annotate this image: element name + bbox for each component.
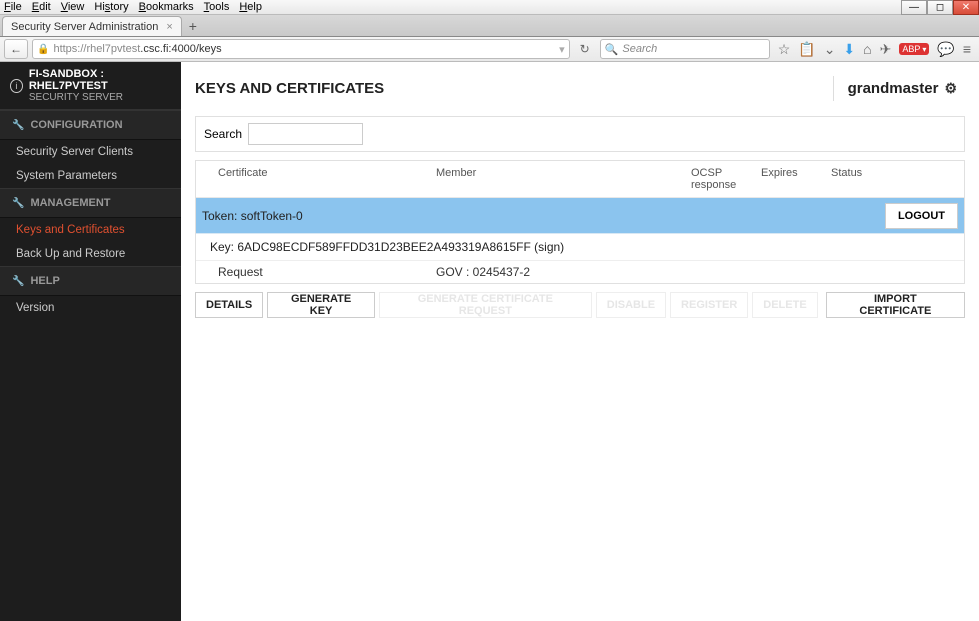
search-label: Search xyxy=(204,127,242,141)
info-icon: i xyxy=(10,79,23,93)
bookmark-star-icon[interactable]: ☆ xyxy=(778,41,791,58)
section-label: HELP xyxy=(30,275,59,287)
close-window-button[interactable]: ✕ xyxy=(953,0,979,15)
url-input[interactable]: 🔒 https://rhel7pvtest.csc.fi:4000/keys ▾ xyxy=(32,39,570,59)
main-header: KEYS AND CERTIFICATES grandmaster ⚙ xyxy=(195,76,965,102)
wrench-icon: 🔧 xyxy=(12,276,24,287)
minimize-button[interactable]: — xyxy=(901,0,927,15)
request-row[interactable]: Request GOV : 0245437-2 xyxy=(196,261,964,283)
user-menu[interactable]: grandmaster ⚙ xyxy=(833,76,965,101)
server-info[interactable]: i FI-SANDBOX : RHEL7PVTEST SECURITY SERV… xyxy=(0,62,181,110)
main-content: KEYS AND CERTIFICATES grandmaster ⚙ Sear… xyxy=(181,62,979,621)
tab-title: Security Server Administration xyxy=(11,21,158,33)
window-controls: — ◻ ✕ xyxy=(901,0,979,15)
grid-header: Certificate Member OCSP response Expires… xyxy=(196,161,964,198)
cert-grid: Certificate Member OCSP response Expires… xyxy=(195,160,965,284)
register-button: REGISTER xyxy=(670,292,748,318)
request-label: Request xyxy=(196,265,436,279)
server-name: FI-SANDBOX : RHEL7PVTEST xyxy=(29,68,171,92)
browser-toolbar-icons: ☆ 📋 ⌄ ⬇ ⌂ ✈ ABP 💬 ≡ xyxy=(774,41,975,58)
col-status[interactable]: Status xyxy=(831,167,964,191)
hamburger-icon[interactable]: ≡ xyxy=(963,41,971,57)
nav-back-button[interactable]: ← xyxy=(4,39,28,59)
os-menubar: File Edit View History Bookmarks Tools H… xyxy=(0,0,979,15)
chat-icon[interactable]: 💬 xyxy=(937,41,954,58)
section-management: 🔧 MANAGEMENT xyxy=(0,188,181,218)
lock-icon: 🔒 xyxy=(37,44,49,55)
maximize-button[interactable]: ◻ xyxy=(927,0,953,15)
menu-file[interactable]: File xyxy=(4,1,22,13)
generate-csr-button: GENERATE CERTIFICATE REQUEST xyxy=(379,292,592,318)
wrench-icon: 🔧 xyxy=(12,198,24,209)
gear-icon: ⚙ xyxy=(944,80,957,97)
col-certificate[interactable]: Certificate xyxy=(196,167,436,191)
token-row[interactable]: Token: softToken-0 LOGOUT xyxy=(196,198,964,234)
menu-bookmarks[interactable]: Bookmarks xyxy=(139,1,194,13)
username: grandmaster xyxy=(848,80,939,97)
menu-history[interactable]: History xyxy=(94,1,128,13)
home-icon[interactable]: ⌂ xyxy=(863,41,871,57)
key-row[interactable]: Key: 6ADC98ECDF589FFDD31D23BEE2A493319A8… xyxy=(196,234,964,261)
section-label: CONFIGURATION xyxy=(30,119,122,131)
action-buttons: DETAILS GENERATE KEY GENERATE CERTIFICAT… xyxy=(195,292,965,318)
search-input[interactable] xyxy=(248,123,363,145)
logout-button[interactable]: LOGOUT xyxy=(885,203,958,229)
menu-view[interactable]: View xyxy=(61,1,85,13)
send-icon[interactable]: ✈ xyxy=(880,41,892,58)
request-member: GOV : 0245437-2 xyxy=(436,265,691,279)
sidebar-item-version[interactable]: Version xyxy=(0,296,181,320)
browser-tabbar: Security Server Administration × + xyxy=(0,15,979,37)
wrench-icon: 🔧 xyxy=(12,120,24,131)
menu-edit[interactable]: Edit xyxy=(32,1,51,13)
abp-icon[interactable]: ABP xyxy=(899,43,929,55)
token-label: Token: softToken-0 xyxy=(202,209,303,223)
generate-key-button[interactable]: GENERATE KEY xyxy=(267,292,375,318)
sidebar-item-backup[interactable]: Back Up and Restore xyxy=(0,242,181,266)
browser-addressbar: ← 🔒 https://rhel7pvtest.csc.fi:4000/keys… xyxy=(0,37,979,62)
disable-button: DISABLE xyxy=(596,292,666,318)
search-row: Search xyxy=(195,116,965,152)
clipboard-icon[interactable]: 📋 xyxy=(798,41,815,58)
browser-search-input[interactable]: 🔍 Search xyxy=(600,39,770,59)
url-rest: .csc.fi:4000/keys xyxy=(140,43,221,55)
search-icon: 🔍 xyxy=(605,43,619,56)
new-tab-button[interactable]: + xyxy=(182,16,204,36)
close-tab-icon[interactable]: × xyxy=(166,21,172,33)
downloads-icon[interactable]: ⬇ xyxy=(843,41,855,58)
menu-help[interactable]: Help xyxy=(239,1,262,13)
app-root: i FI-SANDBOX : RHEL7PVTEST SECURITY SERV… xyxy=(0,62,979,621)
sidebar-item-keys[interactable]: Keys and Certificates xyxy=(0,218,181,242)
sidebar: i FI-SANDBOX : RHEL7PVTEST SECURITY SERV… xyxy=(0,62,181,621)
server-subtitle: SECURITY SERVER xyxy=(29,92,171,103)
menu-tools[interactable]: Tools xyxy=(204,1,230,13)
col-member[interactable]: Member xyxy=(436,167,691,191)
pocket-icon[interactable]: ⌄ xyxy=(824,41,836,58)
sidebar-item-clients[interactable]: Security Server Clients xyxy=(0,140,181,164)
sidebar-item-params[interactable]: System Parameters xyxy=(0,164,181,188)
page-title: KEYS AND CERTIFICATES xyxy=(195,80,384,97)
dropdown-icon[interactable]: ▾ xyxy=(559,43,565,56)
import-cert-button[interactable]: IMPORT CERTIFICATE xyxy=(826,292,965,318)
url-prefix: https://rhel7pvtest xyxy=(53,43,140,55)
section-configuration: 🔧 CONFIGURATION xyxy=(0,110,181,140)
section-label: MANAGEMENT xyxy=(30,197,110,209)
delete-button: DELETE xyxy=(752,292,817,318)
reload-button[interactable]: ↻ xyxy=(574,42,596,56)
details-button[interactable]: DETAILS xyxy=(195,292,263,318)
section-help: 🔧 HELP xyxy=(0,266,181,296)
browser-tab[interactable]: Security Server Administration × xyxy=(2,16,182,36)
col-ocsp[interactable]: OCSP response xyxy=(691,167,761,191)
search-placeholder: Search xyxy=(622,43,657,55)
col-expires[interactable]: Expires xyxy=(761,167,831,191)
